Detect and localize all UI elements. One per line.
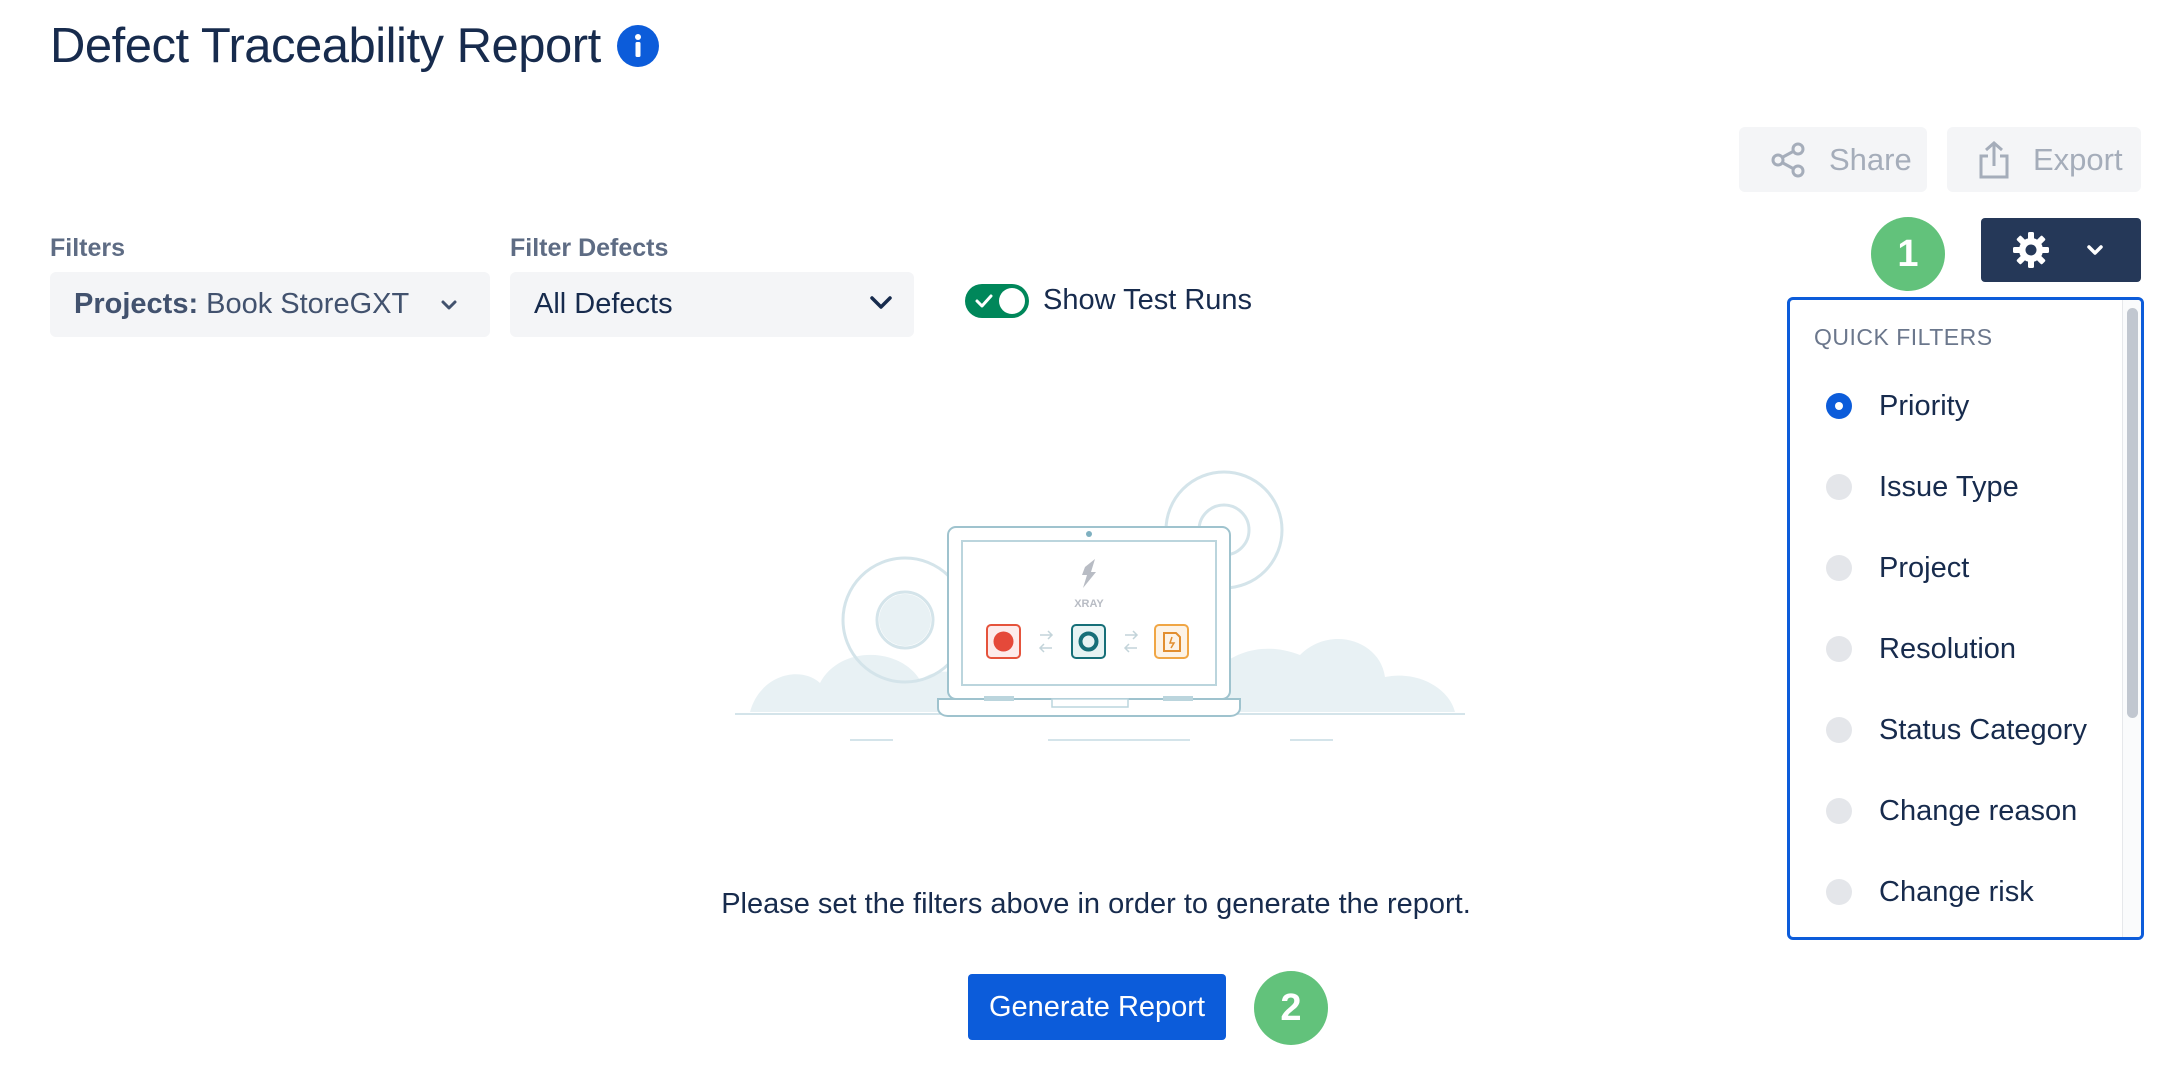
toggle-knob — [999, 288, 1025, 314]
share-button[interactable]: Share — [1739, 127, 1927, 192]
settings-dropdown-button[interactable] — [1981, 218, 2141, 282]
xray-logo-text: XRAY — [1074, 598, 1104, 610]
filter-defects-label: Filter Defects — [510, 234, 669, 262]
quick-filter-label: Change reason — [1879, 794, 2078, 827]
quick-filter-label: Change risk — [1879, 875, 2034, 908]
quick-filters-scrollbar[interactable] — [2122, 300, 2141, 937]
chevron-down-icon — [441, 300, 457, 309]
info-icon[interactable] — [617, 25, 659, 67]
radio-icon[interactable] — [1826, 636, 1852, 662]
show-test-runs-toggle[interactable] — [965, 284, 1029, 318]
projects-select[interactable]: Projects: Book StoreGXT — [50, 272, 490, 337]
chevron-down-icon — [870, 296, 892, 309]
export-button[interactable]: Export — [1947, 127, 2141, 192]
radio-icon[interactable] — [1826, 555, 1852, 581]
quick-filter-priority[interactable]: Priority — [1790, 376, 2120, 436]
radio-icon[interactable] — [1826, 879, 1852, 905]
projects-select-key: Projects: — [74, 288, 199, 320]
quick-filter-resolution[interactable]: Resolution — [1790, 619, 2120, 679]
radio-icon[interactable] — [1826, 474, 1852, 500]
step-badge-2: 2 — [1254, 971, 1328, 1045]
quick-filters-heading: QUICK FILTERS — [1814, 324, 1993, 350]
quick-filter-change-reason[interactable]: Change reason — [1790, 781, 2120, 841]
filters-label: Filters — [50, 234, 126, 262]
quick-filter-issue-type[interactable]: Issue Type — [1790, 457, 2120, 517]
projects-select-value: Book StoreGXT — [206, 288, 410, 320]
share-icon — [1771, 142, 1805, 177]
filter-defects-select[interactable]: All Defects — [510, 272, 914, 337]
empty-state-illustration: XRAY — [735, 470, 1465, 741]
radio-icon[interactable] — [1826, 798, 1852, 824]
chevron-down-icon — [2087, 245, 2103, 255]
scrollbar-thumb[interactable] — [2127, 308, 2138, 718]
quick-filter-label: Project — [1879, 551, 1970, 584]
generate-report-button[interactable]: Generate Report — [968, 974, 1226, 1040]
page-title: Defect Traceability Report — [50, 19, 601, 73]
show-test-runs-label: Show Test Runs — [1043, 284, 1253, 316]
quick-filter-status-category[interactable]: Status Category — [1790, 700, 2120, 760]
export-label: Export — [2033, 141, 2123, 177]
quick-filter-label: Resolution — [1879, 632, 2017, 665]
filter-defects-value: All Defects — [534, 288, 673, 320]
gear-icon — [2013, 232, 2049, 268]
quick-filter-label: Priority — [1879, 389, 1970, 422]
radio-icon[interactable] — [1826, 717, 1852, 743]
quick-filters-panel: QUICK FILTERS Priority Issue Type Projec… — [1787, 297, 2144, 940]
quick-filter-label: Issue Type — [1879, 470, 2019, 503]
quick-filter-label: Status Category — [1879, 713, 2087, 746]
share-label: Share — [1829, 141, 1912, 177]
quick-filter-project[interactable]: Project — [1790, 538, 2120, 598]
quick-filter-change-risk[interactable]: Change risk — [1790, 862, 2120, 922]
export-icon — [1979, 140, 2009, 178]
step-badge-1: 1 — [1871, 217, 1945, 291]
radio-selected-icon[interactable] — [1826, 393, 1852, 419]
check-icon — [975, 294, 993, 308]
